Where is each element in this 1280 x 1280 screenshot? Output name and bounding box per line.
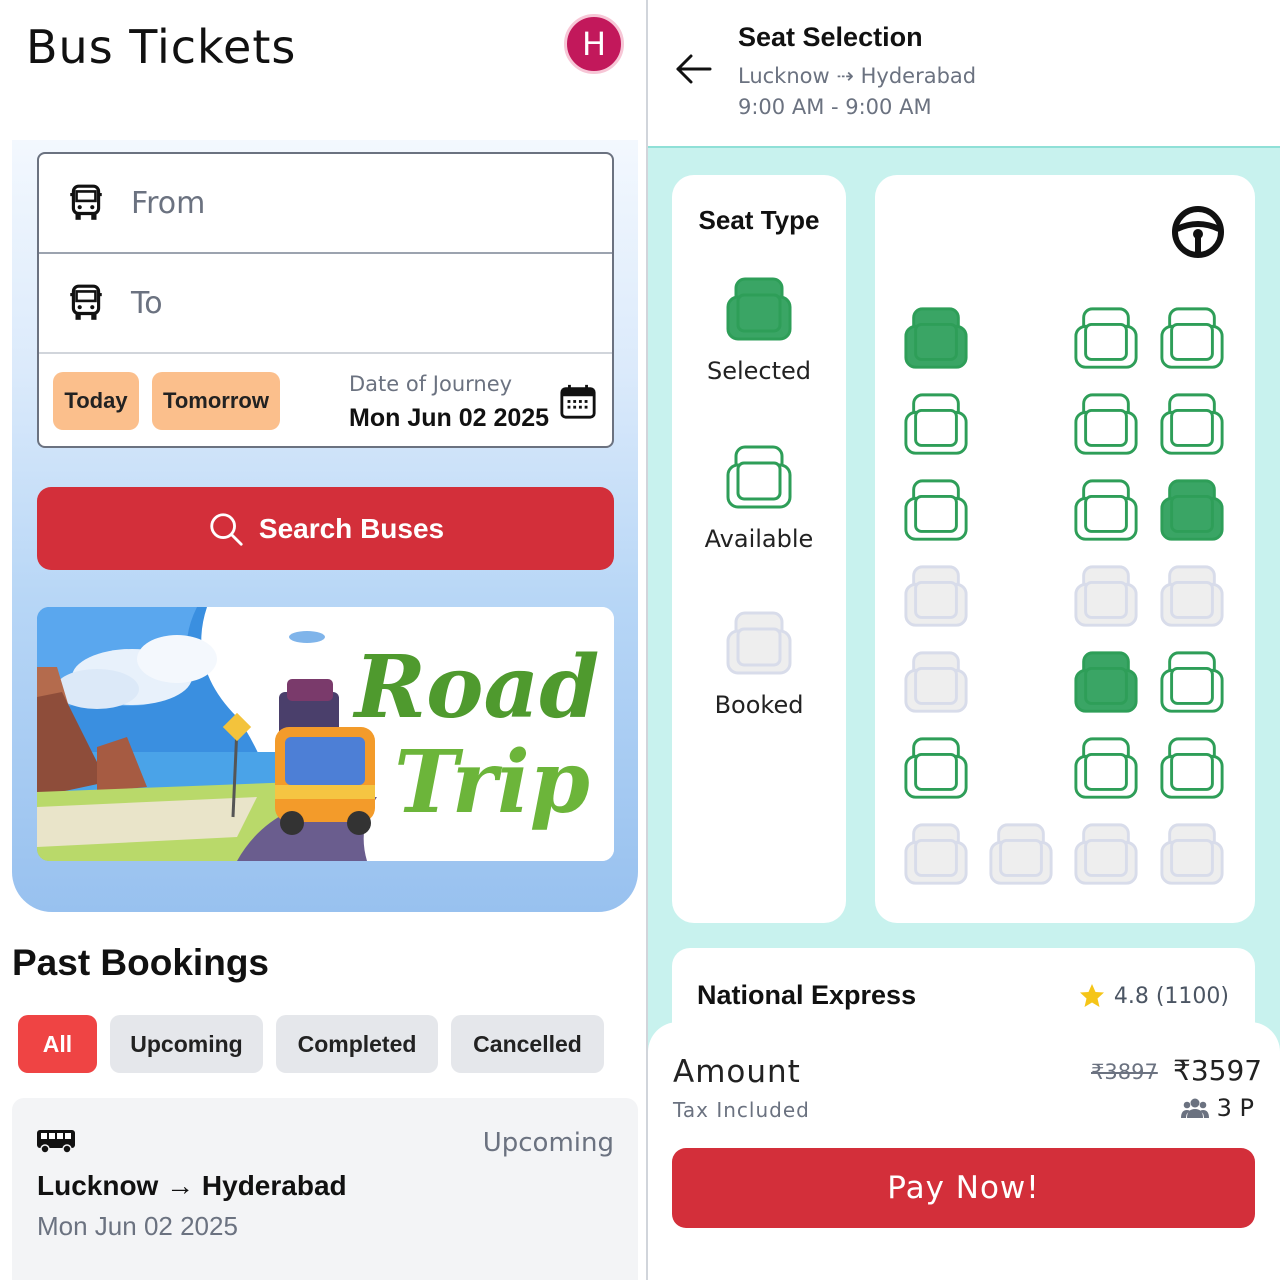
to-field[interactable]: To — [39, 254, 612, 354]
payment-panel: Amount Tax Included ₹3897 ₹3597 3 P Pay … — [648, 1022, 1280, 1280]
seat-booked — [904, 565, 968, 627]
people-icon — [1180, 1098, 1209, 1118]
seat-booked — [1074, 565, 1138, 627]
seat-selection-header: Seat Selection Lucknow ⇢ Hyderabad 9:00 … — [648, 0, 1280, 148]
tomorrow-chip[interactable]: Tomorrow — [152, 372, 280, 430]
legend-available: Available — [672, 443, 846, 553]
bus-icon — [70, 284, 102, 320]
original-price: ₹3897 — [1091, 1060, 1158, 1084]
seat-available[interactable] — [902, 391, 970, 459]
search-form: From To Today Tomorrow Date of Journey M… — [37, 152, 614, 448]
booking-status: Upcoming — [482, 1128, 614, 1158]
legend-selected: Selected — [672, 275, 846, 385]
from-field[interactable]: From — [39, 154, 612, 254]
operator-rating: 4.8 (1100) — [1078, 982, 1229, 1010]
seat-booked — [1074, 823, 1138, 885]
banner-trip-text: Trip — [394, 732, 590, 833]
star-icon — [1079, 984, 1104, 1007]
seat-selection-screen: Seat Selection Lucknow ⇢ Hyderabad 9:00 … — [648, 0, 1280, 1280]
search-buses-button[interactable]: Search Buses — [37, 487, 614, 570]
road-trip-banner: Road Trip — [37, 607, 614, 861]
seat-available[interactable] — [1158, 649, 1226, 717]
pay-now-button[interactable]: Pay Now! — [672, 1148, 1255, 1228]
seat-available[interactable] — [1072, 735, 1140, 803]
seat-available[interactable] — [902, 477, 970, 545]
search-buses-label: Search Buses — [258, 512, 445, 544]
seat-available[interactable] — [1158, 391, 1226, 459]
legend-booked: Booked — [672, 609, 846, 719]
passenger-count-value: 3 P — [1216, 1094, 1254, 1122]
banner-road-text: Road — [352, 637, 600, 738]
seat-booked — [1160, 565, 1224, 627]
trip-route: Lucknow ⇢ Hyderabad — [738, 64, 977, 88]
seat-available[interactable] — [1072, 477, 1140, 545]
operator-name: National Express — [697, 980, 917, 1010]
legend-selected-label: Selected — [706, 357, 812, 385]
search-icon — [210, 512, 243, 546]
legend-booked-label: Booked — [714, 691, 804, 719]
app-title: Bus Tickets — [26, 20, 297, 74]
seat-available[interactable] — [1158, 735, 1226, 803]
booked-seat-icon — [726, 611, 792, 675]
rating-value: 4.8 (1100) — [1113, 983, 1229, 1009]
date-of-journey-value[interactable]: Mon Jun 02 2025 — [349, 404, 549, 433]
filter-upcoming[interactable]: Upcoming — [110, 1015, 263, 1073]
seat-map — [875, 175, 1255, 923]
seat-booked — [989, 823, 1053, 885]
date-of-journey-label: Date of Journey — [349, 372, 513, 396]
seat-available[interactable] — [902, 735, 970, 803]
booking-route: Lucknow → Hyderabad — [37, 1170, 347, 1201]
booking-date: Mon Jun 02 2025 — [37, 1211, 238, 1241]
calendar-icon[interactable] — [559, 382, 597, 420]
seat-booked — [904, 651, 968, 713]
user-avatar[interactable]: H — [564, 14, 624, 74]
road-trip-illustration: Road Trip — [37, 607, 614, 861]
seat-available[interactable] — [1072, 305, 1140, 373]
from-placeholder: From — [131, 185, 206, 221]
today-chip[interactable]: Today — [53, 372, 139, 430]
seat-available[interactable] — [1072, 391, 1140, 459]
amount-label: Amount — [673, 1054, 801, 1090]
legend-available-label: Available — [704, 525, 814, 553]
filter-all[interactable]: All — [18, 1015, 97, 1073]
date-row: Today Tomorrow Date of Journey Mon Jun 0… — [39, 354, 612, 446]
filter-completed[interactable]: Completed — [276, 1015, 438, 1073]
seat-selected[interactable] — [1072, 649, 1140, 717]
booking-card[interactable]: Upcoming Lucknow → Hyderabad Mon Jun 02 … — [12, 1098, 638, 1280]
steering-wheel-icon — [1172, 206, 1224, 258]
seat-type-title: Seat Type — [698, 205, 820, 235]
bus-icon — [37, 1130, 75, 1154]
tax-included-label: Tax Included — [673, 1098, 810, 1122]
seat-selected[interactable] — [902, 305, 970, 373]
final-price: ₹3597 — [1173, 1054, 1263, 1087]
trip-time: 9:00 AM - 9:00 AM — [738, 95, 932, 119]
bus-icon — [70, 184, 102, 220]
seat-booked — [1160, 823, 1224, 885]
page-title: Seat Selection — [738, 22, 923, 52]
seat-available[interactable] — [1158, 305, 1226, 373]
selected-seat-icon — [726, 277, 792, 341]
back-arrow-icon[interactable] — [674, 52, 714, 86]
available-seat-icon — [726, 445, 792, 509]
past-bookings-title: Past Bookings — [12, 942, 269, 983]
bus-tickets-screen: Bus Tickets H From To Today Tomorrow Dat… — [0, 0, 646, 1280]
to-placeholder: To — [131, 285, 163, 321]
seat-type-legend: Seat Type Selected Available Booked — [672, 175, 846, 923]
seat-selected[interactable] — [1158, 477, 1226, 545]
passenger-count: 3 P — [1180, 1094, 1254, 1122]
seat-booked — [904, 823, 968, 885]
filter-cancelled[interactable]: Cancelled — [451, 1015, 604, 1073]
